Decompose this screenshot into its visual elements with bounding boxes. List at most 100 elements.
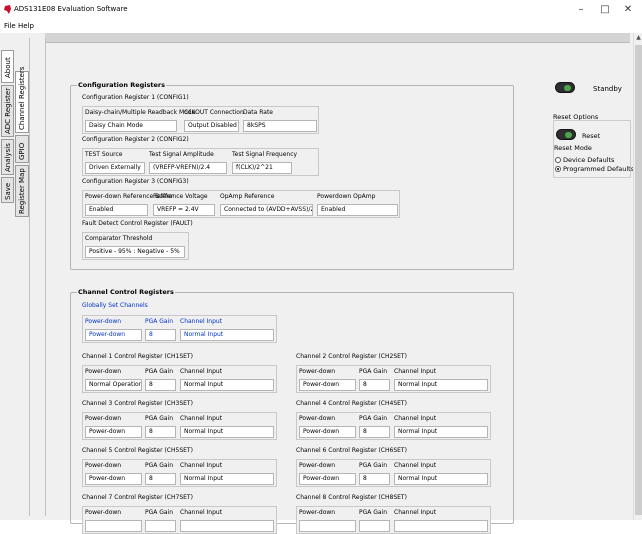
channel-5-input-select[interactable]: Normal Input	[180, 473, 274, 485]
reset-label: Reset	[582, 132, 601, 140]
test-frequency-label: Test Signal Frequency	[232, 151, 298, 158]
global-pga-label: PGA Gain	[145, 318, 174, 325]
channel-8-input-select[interactable]	[394, 520, 488, 532]
channel-2-title: Channel 2 Control Register (CH2SET)	[296, 353, 407, 360]
channel-6-pga-select[interactable]: 8	[359, 473, 390, 485]
channel-2-input-label: Channel Input	[394, 368, 437, 375]
reset-mode-label: Reset Mode	[554, 144, 592, 152]
pd-opamp-label: Powerdown OpAmp	[317, 193, 376, 200]
channel-1-box: Power-down Normal Operation PGA Gain 8 Chann…	[82, 365, 277, 393]
menu-file[interactable]: File	[4, 22, 16, 30]
channel-8-pga-select[interactable]	[359, 520, 390, 532]
config1-box: Daisy-chain/Multiple Readback Mode CLKOU…	[82, 106, 319, 134]
scroll-up-arrow-icon[interactable]: ▲	[634, 33, 642, 42]
ref-voltage-label: Reference Voltage	[153, 193, 208, 200]
reset-toggle[interactable]	[556, 129, 576, 140]
config3-box: Power-down Reference Buffer Reference Vo…	[82, 190, 400, 218]
test-frequency-select[interactable]: f(CLK)/2^21	[232, 162, 292, 174]
channel-7-input-select[interactable]	[180, 520, 274, 532]
channel-2-pga-label: PGA Gain	[359, 368, 388, 375]
channel-4-powerdown-label: Power-down	[299, 415, 336, 422]
tab-about[interactable]: About	[1, 50, 14, 83]
menu-bar: File Help	[0, 22, 642, 33]
global-input-select[interactable]: Normal Input	[180, 329, 274, 341]
channel-3-box: Power-down Power-down PGA Gain 8 Channel Inp…	[82, 412, 277, 440]
channel-4-powerdown-select[interactable]: Power-down	[299, 426, 356, 438]
maximize-button[interactable]: □	[597, 3, 613, 17]
channel-5-box: Power-down Power-down PGA Gain 8 Channel Inp…	[82, 459, 277, 487]
channel-3-input-select[interactable]: Normal Input	[180, 426, 274, 438]
channel-1-pga-label: PGA Gain	[145, 368, 174, 375]
global-powerdown-select[interactable]: Power-down	[85, 329, 142, 341]
device-defaults-radio[interactable]	[555, 157, 561, 163]
channel-3-title: Channel 3 Control Register (CH3SET)	[82, 400, 193, 407]
channel-3-pga-label: PGA Gain	[145, 415, 174, 422]
comparator-threshold-select[interactable]: Positive - 95% : Negative - 5%	[85, 246, 185, 258]
channel-4-title: Channel 4 Control Register (CH4SET)	[296, 400, 407, 407]
channel-8-powerdown-select[interactable]	[299, 520, 356, 532]
standby-toggle[interactable]	[555, 82, 575, 93]
pd-ref-buffer-select[interactable]: Enabled	[85, 204, 148, 216]
channel-6-input-select[interactable]: Normal Input	[394, 473, 488, 485]
tab-gpio[interactable]: GPIO	[15, 135, 29, 163]
vertical-scrollbar[interactable]: ▲	[633, 33, 642, 520]
opamp-ref-select[interactable]: Connected to (AVDD+AVSS)/2	[220, 204, 313, 216]
data-rate-label: Data Rate	[243, 109, 273, 116]
channel-2-powerdown-label: Power-down	[299, 368, 336, 375]
scroll-thumb[interactable]	[635, 45, 642, 515]
channel-1-pga-select[interactable]: 8	[145, 379, 176, 391]
channel-2-input-select[interactable]: Normal Input	[394, 379, 488, 391]
programmed-defaults-label: Programmed Defaults	[563, 165, 635, 173]
channel-7-pga-label: PGA Gain	[145, 509, 174, 516]
pd-opamp-select[interactable]: Enabled	[317, 204, 398, 216]
programmed-defaults-radio[interactable]	[555, 166, 561, 172]
channel-2-powerdown-select[interactable]: Power-down	[299, 379, 356, 391]
channel-6-input-label: Channel Input	[394, 462, 437, 469]
test-source-select[interactable]: Driven Externally	[85, 162, 145, 174]
global-pga-select[interactable]: 8	[145, 329, 176, 341]
device-defaults-label: Device Defaults	[563, 156, 615, 164]
menu-help[interactable]: Help	[18, 22, 34, 30]
standby-knob-icon	[564, 85, 571, 91]
channel-5-pga-select[interactable]: 8	[145, 473, 176, 485]
ref-voltage-select[interactable]: VREFP = 2.4V	[153, 204, 215, 216]
minimize-button[interactable]: –	[573, 3, 589, 17]
channel-4-pga-select[interactable]: 8	[359, 426, 390, 438]
data-rate-select[interactable]: 8kSPS	[243, 120, 317, 132]
channel-1-title: Channel 1 Control Register (CH1SET)	[82, 353, 193, 360]
tab-save[interactable]: Save	[1, 177, 14, 203]
configuration-registers-group: Configuration Registers Configuration Re…	[70, 81, 514, 270]
channel-5-powerdown-select[interactable]: Power-down	[85, 473, 142, 485]
channel-3-pga-select[interactable]: 8	[145, 426, 176, 438]
tab-adc-register[interactable]: ADC Register	[1, 85, 14, 137]
channel-7-title: Channel 7 Control Register (CH7SET)	[82, 494, 193, 501]
channel-7-pga-select[interactable]	[145, 520, 176, 532]
right-panel: Standby Reset Options Reset Reset Mode D…	[545, 70, 635, 520]
window-title: ADS131E08 Evaluation Software	[14, 5, 128, 13]
comparator-threshold-label: Comparator Threshold	[85, 235, 153, 242]
channel-3-powerdown-select[interactable]: Power-down	[85, 426, 142, 438]
fault-title: Fault Detect Control Register (FAULT)	[82, 220, 193, 227]
channel-1-powerdown-select[interactable]: Normal Operation	[85, 379, 142, 391]
daisy-chain-select[interactable]: Daisy Chain Mode	[85, 120, 177, 132]
channel-1-input-select[interactable]: Normal Input	[180, 379, 274, 391]
channel-6-powerdown-select[interactable]: Power-down	[299, 473, 356, 485]
tab-analysis[interactable]: Analysis	[1, 139, 14, 175]
channel-2-pga-select[interactable]: 8	[359, 379, 390, 391]
channel-6-pga-label: PGA Gain	[359, 462, 388, 469]
close-button[interactable]: ✕	[620, 3, 636, 17]
channel-4-input-select[interactable]: Normal Input	[394, 426, 488, 438]
clkout-select[interactable]: Output Disabled	[184, 120, 239, 132]
channel-4-input-label: Channel Input	[394, 415, 437, 422]
tab-channel-registers[interactable]: Channel Registers	[15, 67, 29, 133]
channel-7-powerdown-select[interactable]	[85, 520, 142, 532]
channel-control-registers-title: Channel Control Registers	[77, 288, 175, 296]
channel-7-input-label: Channel Input	[180, 509, 223, 516]
config2-title: Configuration Register 2 (CONFIG2)	[82, 136, 189, 143]
channel-6-box: Power-down Power-down PGA Gain 8 Channel Inp…	[296, 459, 491, 487]
channel-control-registers-group: Channel Control Registers Globally Set C…	[70, 288, 514, 534]
tab-register-map[interactable]: Register Map	[15, 165, 29, 217]
config3-title: Configuration Register 3 (CONFIG3)	[82, 178, 189, 185]
test-amplitude-select[interactable]: (VREFP-VREFN)/2.4	[149, 162, 227, 174]
channel-3-powerdown-label: Power-down	[85, 415, 122, 422]
